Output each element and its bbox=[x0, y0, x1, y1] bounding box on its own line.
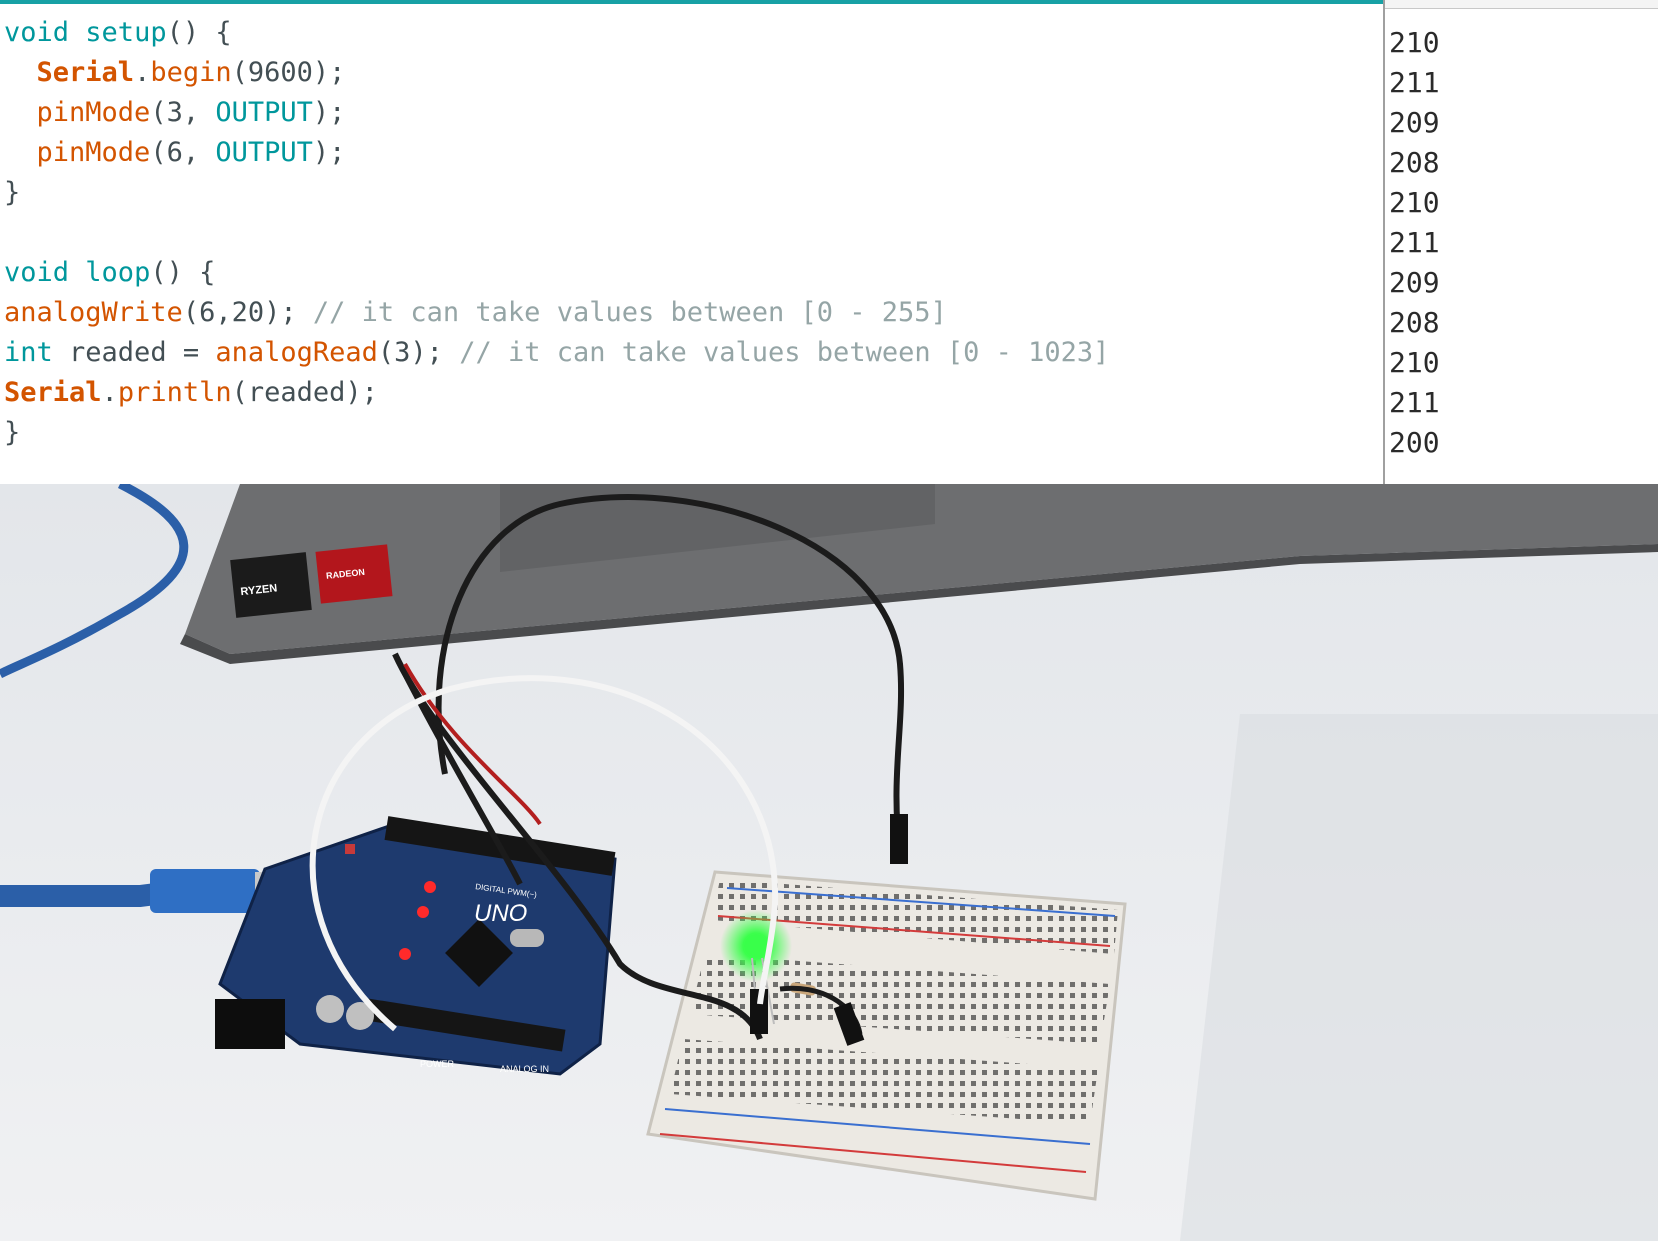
code-token: (3, bbox=[150, 97, 216, 128]
code-token: readed = bbox=[52, 337, 216, 368]
code-token: analogRead bbox=[215, 337, 378, 368]
code-line-10[interactable]: Serial.println(readed); bbox=[4, 372, 378, 414]
board-led-rx bbox=[417, 906, 429, 918]
code-token: int bbox=[4, 337, 53, 368]
code-token: () { bbox=[166, 17, 232, 48]
code-token: OUTPUT bbox=[215, 97, 313, 128]
code-token: pinMode bbox=[36, 97, 151, 128]
serial-output-line: 208 bbox=[1389, 306, 1440, 339]
serial-output-line: 211 bbox=[1389, 226, 1440, 259]
serial-output-line: 209 bbox=[1389, 266, 1440, 299]
serial-output-line: 210 bbox=[1389, 26, 1440, 59]
code-token: void bbox=[4, 257, 70, 288]
board-label: UNO bbox=[474, 900, 527, 927]
code-token: setup bbox=[85, 17, 167, 48]
code-token: println bbox=[117, 377, 232, 408]
code-token: () { bbox=[150, 257, 216, 288]
code-token: . bbox=[134, 57, 151, 88]
code-token: begin bbox=[150, 57, 232, 88]
serial-output-line: 211 bbox=[1389, 66, 1440, 99]
code-token: loop bbox=[85, 257, 151, 288]
code-line-8[interactable]: analogWrite(6,20); // it can take values… bbox=[4, 292, 947, 334]
serial-output-line: 211 bbox=[1389, 386, 1440, 419]
code-line-3[interactable]: pinMode(3, OUTPUT); bbox=[4, 92, 346, 134]
code-token: OUTPUT bbox=[215, 137, 313, 168]
code-token: pinMode bbox=[36, 137, 151, 168]
code-token: (readed); bbox=[231, 377, 378, 408]
code-token: (6,20); bbox=[182, 297, 313, 328]
code-line-2[interactable]: Serial.begin(9600); bbox=[4, 52, 346, 94]
code-token: } bbox=[4, 177, 21, 208]
circuit-illustration: RYZEN RADEON UNO DIGITAL PWM(~) POWER AN… bbox=[0, 484, 1658, 1241]
code-token: ); bbox=[312, 97, 346, 128]
crystal-oscillator bbox=[510, 929, 544, 947]
reset-button bbox=[345, 844, 355, 854]
code-token: } bbox=[4, 417, 21, 448]
power-jack bbox=[215, 999, 285, 1049]
code-token: // it can take values between [0 - 255] bbox=[312, 297, 947, 328]
capacitor-1 bbox=[316, 995, 344, 1023]
serial-output-line: 210 bbox=[1389, 186, 1440, 219]
code-token: (3); bbox=[377, 337, 460, 368]
green-led bbox=[744, 934, 768, 958]
serial-output-line: 210 bbox=[1389, 346, 1440, 379]
code-line-9[interactable]: int readed = analogRead(3); // it can ta… bbox=[4, 332, 1109, 374]
serial-output-line: 200 bbox=[1389, 426, 1440, 459]
black-jumper-pin-1 bbox=[890, 814, 908, 864]
serial-output-line: 209 bbox=[1389, 106, 1440, 139]
circuit-photo: RYZEN RADEON UNO DIGITAL PWM(~) POWER AN… bbox=[0, 484, 1658, 1241]
code-line-5[interactable]: } bbox=[4, 172, 20, 214]
serial-monitor-output[interactable]: 210 211 209 208 210 211 209 208 210 211 200 bbox=[1383, 0, 1658, 484]
code-token: Serial bbox=[36, 57, 135, 88]
code-token: ); bbox=[312, 137, 346, 168]
analog-label: ANALOG IN bbox=[500, 1064, 549, 1074]
code-editor[interactable]: void setup() { Serial.begin(9600); pinMo… bbox=[0, 0, 1383, 484]
code-token: void bbox=[4, 17, 70, 48]
radeon-sticker: RADEON bbox=[315, 544, 393, 604]
code-line-11[interactable]: } bbox=[4, 412, 20, 454]
desk-shadow bbox=[1180, 714, 1658, 1241]
power-label: POWER bbox=[420, 1059, 455, 1069]
code-line-7[interactable]: void loop() { bbox=[4, 252, 215, 294]
code-token: (9600); bbox=[231, 57, 346, 88]
code-token: (6, bbox=[150, 137, 216, 168]
code-token: // it can take values between [0 - 1023] bbox=[459, 337, 1110, 368]
serial-output-line: 208 bbox=[1389, 146, 1440, 179]
board-led-tx bbox=[424, 881, 436, 893]
code-token: analogWrite bbox=[4, 297, 183, 328]
code-line-4[interactable]: pinMode(6, OUTPUT); bbox=[4, 132, 346, 174]
code-token: Serial bbox=[4, 377, 102, 408]
ryzen-sticker: RYZEN bbox=[230, 552, 312, 618]
board-led-power bbox=[399, 948, 411, 960]
code-line-1[interactable]: void setup() { bbox=[4, 12, 232, 54]
serial-monitor-topbar bbox=[1385, 0, 1658, 9]
code-token: . bbox=[101, 377, 118, 408]
usb-plug bbox=[150, 869, 260, 913]
